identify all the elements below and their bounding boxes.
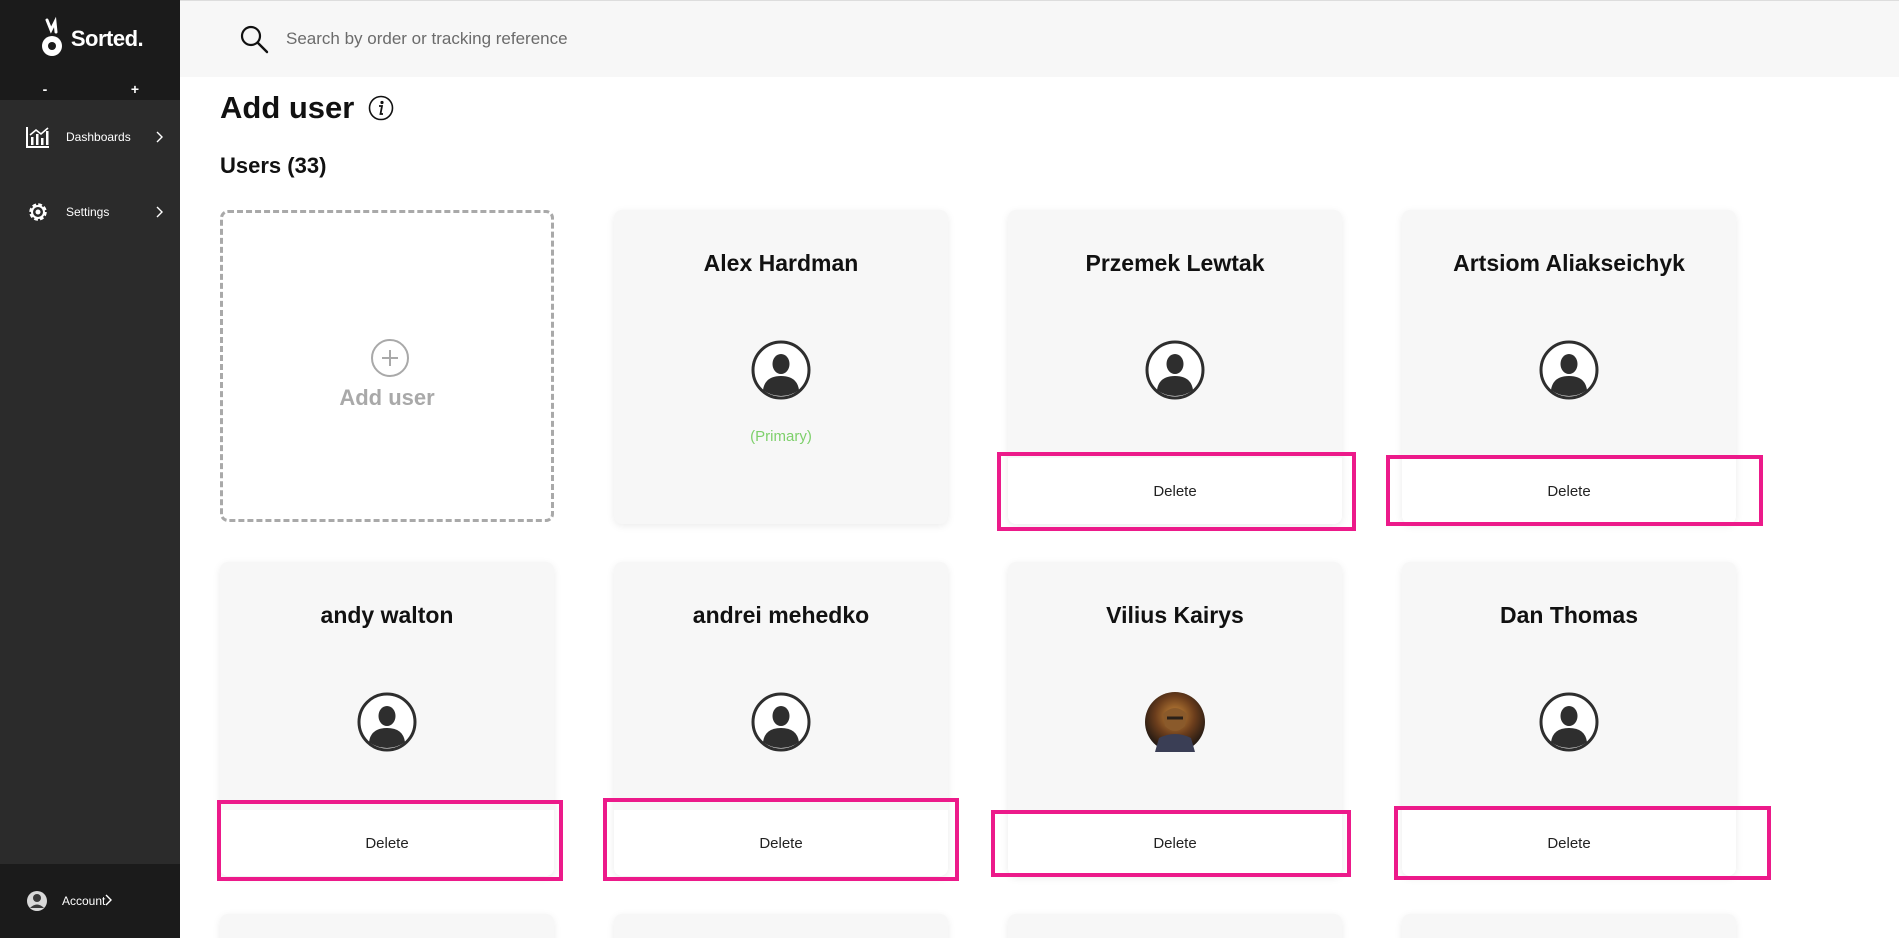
- sidebar-item-label: Settings: [66, 205, 110, 219]
- search-bar: [180, 0, 1899, 77]
- page-title: Add user: [220, 90, 355, 125]
- user-card: [1402, 914, 1736, 938]
- zoom-in-button[interactable]: +: [105, 81, 165, 97]
- zoom-out-button[interactable]: -: [15, 81, 75, 97]
- user-card: andrei mehedko Delete: [614, 562, 948, 876]
- user-avatar-icon: [26, 890, 48, 912]
- users-count: Users (33): [220, 153, 327, 178]
- chart-icon: [24, 123, 52, 151]
- chevron-right-icon: [156, 206, 166, 218]
- zoom-controls: - +: [0, 78, 180, 100]
- user-name: Vilius Kairys: [1106, 602, 1244, 628]
- user-name: andrei mehedko: [692, 602, 870, 628]
- default-avatar-icon: [751, 692, 811, 752]
- add-user-label: Add user: [339, 385, 435, 410]
- brand-name: Sorted.: [70, 26, 144, 51]
- default-avatar-icon: [1145, 340, 1205, 400]
- default-avatar-icon: [1539, 340, 1599, 400]
- user-name: Dan Thomas: [1499, 602, 1639, 628]
- sidebar-item-label: Account: [62, 894, 106, 908]
- sorted-logo-icon: [41, 16, 62, 56]
- user-card: Przemek Lewtak Delete: [1008, 210, 1342, 524]
- sidebar: Sorted. - + Dashboards Settings Account: [0, 0, 180, 938]
- user-name: Przemek Lewtak: [1085, 250, 1265, 276]
- user-card: Artsiom Aliakseichyk Delete: [1402, 210, 1736, 524]
- default-avatar-icon: [1539, 692, 1599, 752]
- chevron-right-icon: [156, 131, 166, 143]
- user-card: [1008, 914, 1342, 938]
- sidebar-item-label: Dashboards: [66, 130, 131, 144]
- delete-user-button[interactable]: Delete: [1008, 810, 1342, 876]
- delete-user-button[interactable]: Delete: [220, 810, 554, 876]
- chevron-right-icon: [105, 894, 113, 909]
- sidebar-item-settings[interactable]: Settings: [0, 190, 180, 234]
- user-card: [614, 914, 948, 938]
- search-input[interactable]: [286, 29, 986, 49]
- sidebar-item-dashboards[interactable]: Dashboards: [0, 115, 180, 159]
- brand-logo[interactable]: Sorted.: [0, 0, 180, 78]
- info-icon[interactable]: [368, 95, 394, 121]
- default-avatar-icon: [751, 340, 811, 400]
- user-card: Alex Hardman (Primary): [614, 210, 948, 524]
- delete-user-button[interactable]: Delete: [1008, 458, 1342, 524]
- search-icon[interactable]: [238, 23, 270, 55]
- user-name: andy walton: [320, 602, 454, 628]
- plus-circle-icon: [371, 339, 409, 377]
- default-avatar-icon: [357, 692, 417, 752]
- user-card: [220, 914, 554, 938]
- delete-user-button[interactable]: Delete: [614, 810, 948, 876]
- add-user-button[interactable]: Add user: [220, 210, 554, 522]
- gear-icon: [24, 198, 52, 226]
- user-card: Dan Thomas Delete: [1402, 562, 1736, 876]
- page-title-row: Add user: [220, 90, 394, 126]
- user-card: Vilius Kairys Delete: [1008, 562, 1342, 876]
- user-name: Alex Hardman: [703, 250, 859, 276]
- user-name: Artsiom Aliakseichyk: [1453, 250, 1685, 276]
- primary-label: (Primary): [750, 428, 812, 445]
- user-card: andy walton Delete: [220, 562, 554, 876]
- user-photo-avatar: [1145, 692, 1205, 752]
- sidebar-item-account[interactable]: Account: [0, 864, 180, 938]
- delete-user-button[interactable]: Delete: [1402, 458, 1736, 524]
- delete-user-button[interactable]: Delete: [1402, 810, 1736, 876]
